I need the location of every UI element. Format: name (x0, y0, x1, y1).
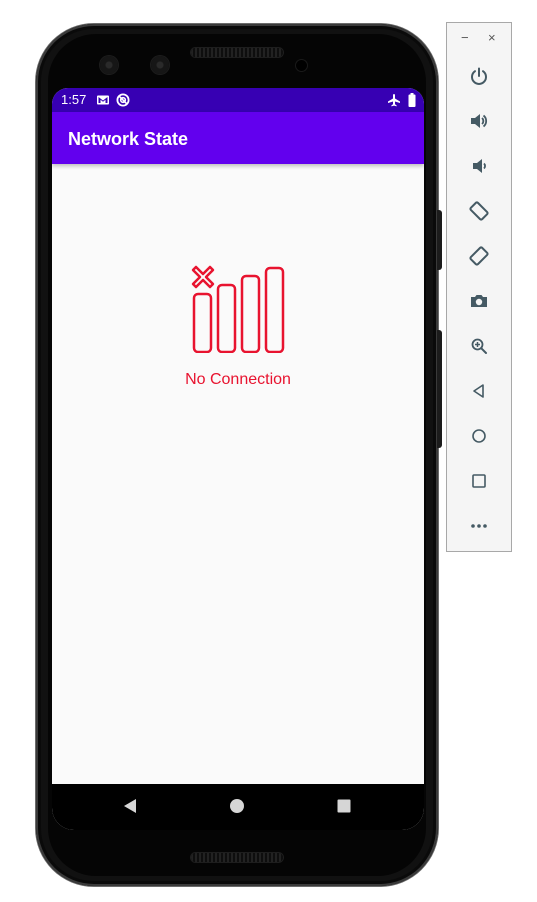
camera-icon (471, 295, 487, 307)
recents-icon[interactable] (336, 797, 352, 815)
status-time: 1:57 (61, 92, 87, 107)
emulator-stage: 1:57 Network State No Connection − × (0, 0, 537, 902)
front-camera-icon (100, 56, 118, 74)
earpiece-speaker (191, 48, 283, 57)
toolbar-overview-button[interactable] (464, 466, 494, 496)
zoom-icon (471, 338, 487, 354)
battery-icon (408, 93, 416, 107)
signal-bar (264, 266, 285, 353)
power-icon (471, 67, 487, 85)
home-icon[interactable] (229, 797, 245, 815)
gmail-icon (97, 95, 109, 105)
screenshot-button[interactable] (464, 286, 494, 316)
app-title: Network State (68, 129, 189, 149)
no-signal-icon (191, 265, 285, 353)
signal-bar (192, 292, 213, 353)
home-icon (472, 429, 486, 443)
main-content: No Connection (52, 164, 424, 784)
disconnected-x-icon (191, 265, 215, 289)
volume-up-button[interactable] (464, 106, 494, 136)
toolbar-back-button[interactable] (464, 376, 494, 406)
back-icon (473, 384, 484, 398)
airplane-mode-icon (388, 94, 400, 107)
status-bar: 1:57 (52, 88, 424, 112)
app-bar: Network State (52, 112, 424, 164)
sync-icon (116, 93, 130, 107)
close-button[interactable]: × (488, 31, 496, 45)
signal-bar (240, 274, 261, 353)
more-button[interactable] (464, 511, 494, 541)
volume-side-button[interactable] (437, 330, 442, 448)
volume-down-button[interactable] (464, 151, 494, 181)
proximity-sensor (296, 60, 307, 71)
power-side-button[interactable] (437, 210, 442, 270)
connection-status-text: No Connection (185, 371, 291, 388)
rotate-left-button[interactable] (464, 196, 494, 226)
rotate-left-icon (469, 201, 489, 221)
emulator-toolbar: − × (446, 22, 512, 552)
device-screen: 1:57 Network State No Connection (52, 88, 424, 830)
minimize-button[interactable]: − (461, 31, 469, 45)
power-button[interactable] (464, 61, 494, 91)
bottom-speaker (191, 853, 283, 862)
navigation-bar (52, 784, 424, 830)
volume-down-icon (473, 159, 486, 173)
back-icon[interactable] (122, 797, 138, 815)
volume-up-icon (471, 114, 488, 128)
zoom-button[interactable] (464, 331, 494, 361)
rotate-right-button[interactable] (464, 241, 494, 271)
rotate-right-icon (469, 246, 489, 266)
overview-icon (472, 474, 486, 488)
signal-bar (216, 283, 237, 353)
toolbar-home-button[interactable] (464, 421, 494, 451)
front-camera-icon (151, 56, 169, 74)
more-icon (471, 524, 487, 528)
